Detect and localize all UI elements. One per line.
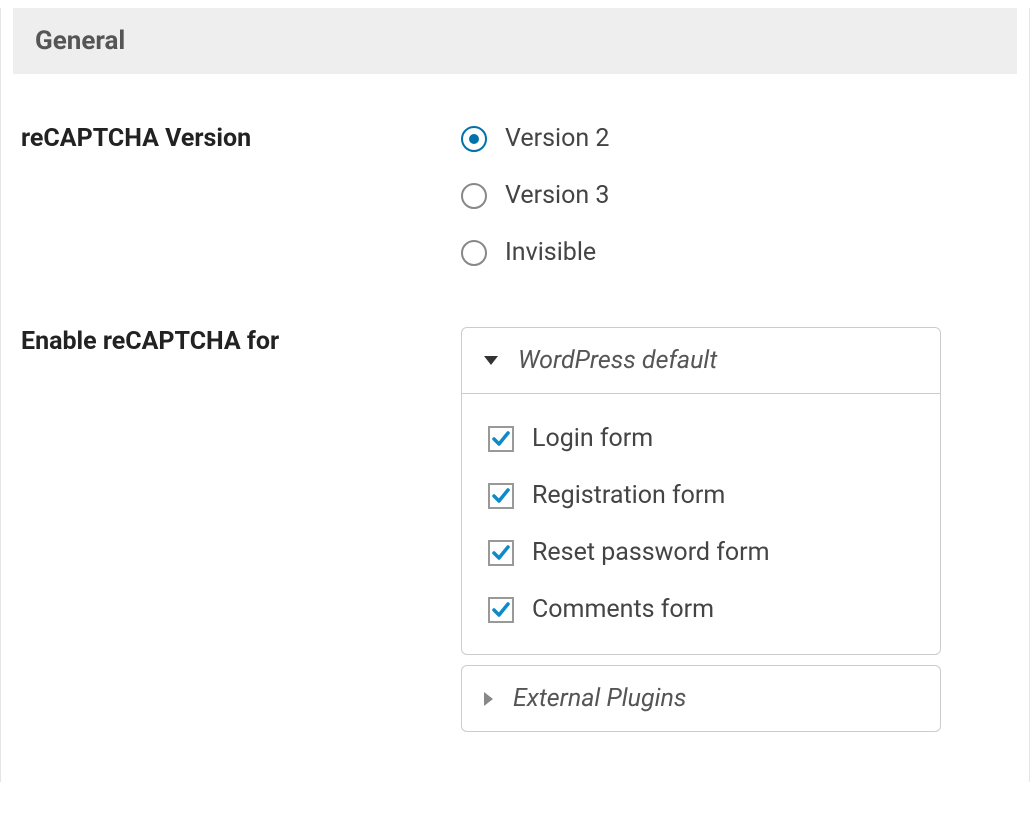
accordion-body-wordpress-default: Login form Registration form: [462, 393, 940, 654]
checkbox-box-icon: [488, 426, 514, 452]
check-icon: [491, 543, 511, 563]
accordion-header-wordpress-default[interactable]: WordPress default: [462, 328, 940, 393]
section-header-general: General: [13, 8, 1017, 74]
accordion-title: External Plugins: [513, 684, 686, 713]
checkbox-label: Registration form: [532, 481, 725, 510]
check-icon: [491, 429, 511, 449]
version-label: reCAPTCHA Version: [21, 124, 251, 153]
label-col: Enable reCAPTCHA for: [21, 327, 461, 356]
label-col: reCAPTCHA Version: [21, 124, 461, 153]
radio-label: Version 3: [505, 181, 609, 210]
radio-invisible[interactable]: Invisible: [461, 238, 1009, 267]
form-row-enable-for: Enable reCAPTCHA for WordPress default: [1, 327, 1029, 742]
settings-panel: General reCAPTCHA Version Version 2 Vers…: [0, 8, 1030, 782]
checkbox-label: Comments form: [532, 595, 714, 624]
accordion-header-external-plugins[interactable]: External Plugins: [462, 666, 940, 731]
caret-down-icon: [484, 356, 498, 365]
checkbox-box-icon: [488, 597, 514, 623]
radio-version-2[interactable]: Version 2: [461, 124, 1009, 153]
checkbox-box-icon: [488, 483, 514, 509]
section-title: General: [35, 26, 995, 56]
radio-label: Invisible: [505, 238, 596, 267]
checkbox-box-icon: [488, 540, 514, 566]
checkbox-login-form[interactable]: Login form: [488, 424, 914, 453]
checkbox-label: Login form: [532, 424, 653, 453]
check-icon: [491, 600, 511, 620]
checkbox-label: Reset password form: [532, 538, 770, 567]
accordion-title: WordPress default: [518, 346, 717, 375]
radio-circle-icon: [461, 240, 487, 266]
control-col-enable-for: WordPress default Login form: [461, 327, 1009, 742]
accordion-wordpress-default: WordPress default Login form: [461, 327, 941, 655]
form-row-version: reCAPTCHA Version Version 2 Version 3 In…: [1, 124, 1029, 267]
radio-version-3[interactable]: Version 3: [461, 181, 1009, 210]
check-icon: [491, 486, 511, 506]
checkbox-reset-password-form[interactable]: Reset password form: [488, 538, 914, 567]
checkbox-registration-form[interactable]: Registration form: [488, 481, 914, 510]
enable-for-label: Enable reCAPTCHA for: [21, 327, 279, 356]
radio-circle-icon: [461, 126, 487, 152]
checkbox-comments-form[interactable]: Comments form: [488, 595, 914, 624]
radio-label: Version 2: [505, 124, 609, 153]
control-col-version: Version 2 Version 3 Invisible: [461, 124, 1009, 267]
radio-circle-icon: [461, 183, 487, 209]
radio-dot-icon: [469, 134, 479, 144]
accordion-external-plugins: External Plugins: [461, 665, 941, 732]
caret-right-icon: [484, 692, 493, 706]
